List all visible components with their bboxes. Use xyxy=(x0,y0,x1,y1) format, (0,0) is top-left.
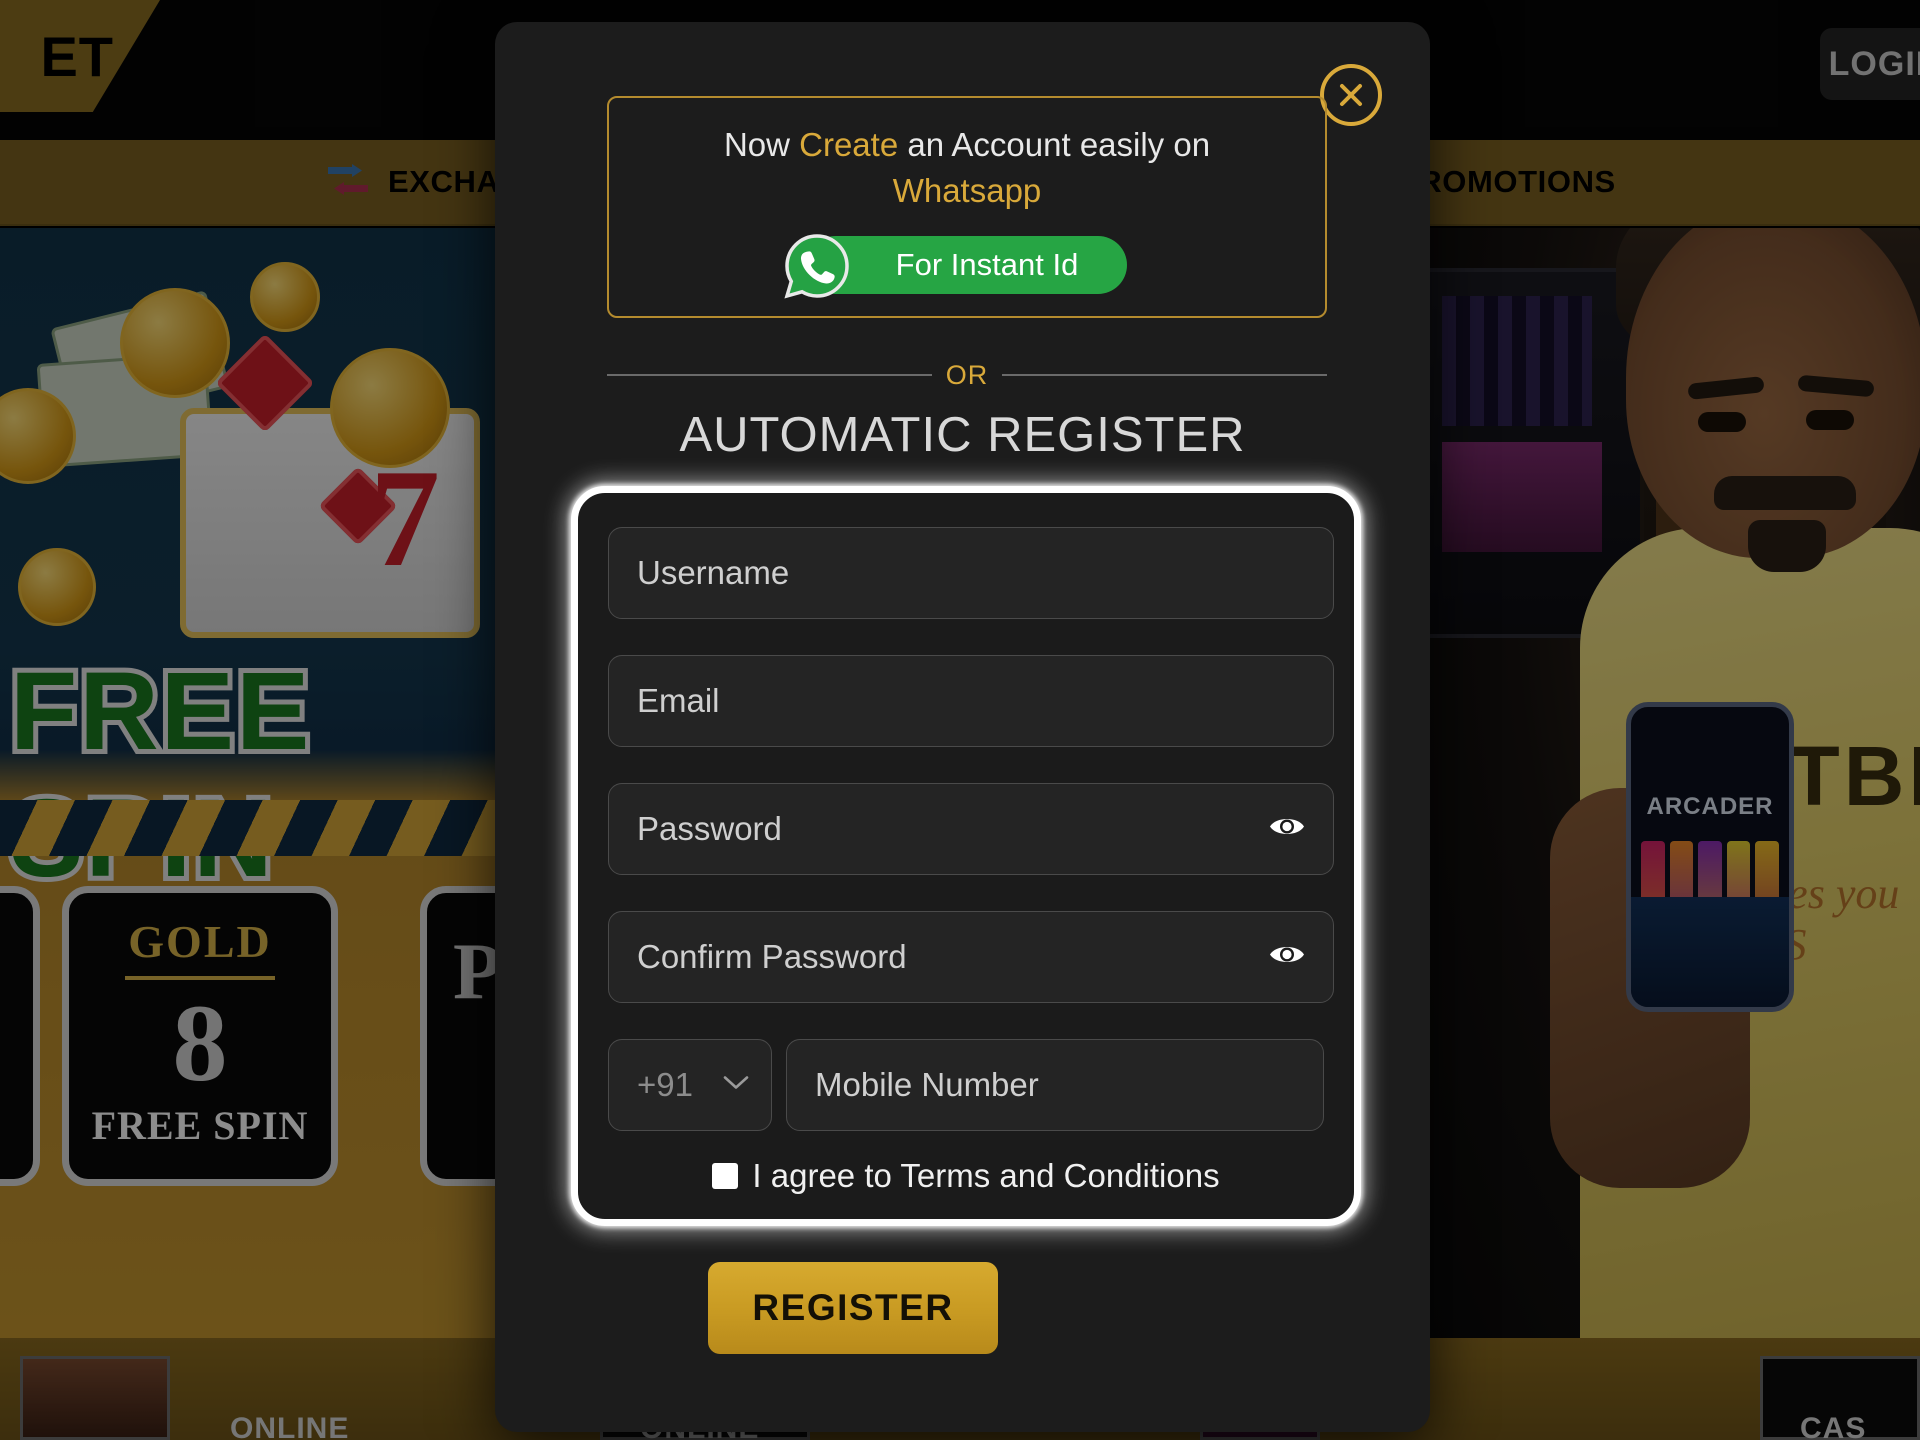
whatsapp-promo-line2: Whatsapp xyxy=(892,172,1042,210)
page-title: AUTOMATIC REGISTER xyxy=(679,408,1246,462)
password-placeholder: Password xyxy=(637,810,782,847)
whatsapp-promo-highlight: Create xyxy=(799,126,899,163)
email-placeholder: Email xyxy=(637,682,720,719)
username-field[interactable]: Username xyxy=(608,527,1334,619)
registration-form: Username Email Password Confirm Password xyxy=(571,486,1361,1226)
password-field[interactable]: Password xyxy=(608,783,1334,875)
or-divider: OR xyxy=(607,359,1327,390)
terms-row: I agree to Terms and Conditions xyxy=(608,1157,1324,1195)
mobile-number-field[interactable]: Mobile Number xyxy=(786,1039,1324,1131)
whatsapp-icon xyxy=(781,230,853,302)
confirm-password-field[interactable]: Confirm Password xyxy=(608,911,1334,1003)
eye-icon[interactable] xyxy=(1269,814,1305,845)
whatsapp-instant-id-button[interactable]: For Instant Id xyxy=(784,234,1127,299)
divider-line-right xyxy=(1002,374,1327,376)
whatsapp-instant-id-label: For Instant Id xyxy=(895,247,1079,283)
divider-label: OR xyxy=(945,359,989,390)
terms-checkbox[interactable] xyxy=(712,1163,739,1189)
username-placeholder: Username xyxy=(637,554,790,591)
register-button-label: REGISTER xyxy=(752,1287,954,1328)
whatsapp-promo-line1: Now Create an Account easily on xyxy=(724,124,1210,166)
whatsapp-promo-line1-pre: Now xyxy=(723,126,800,163)
confirm-password-placeholder: Confirm Password xyxy=(637,938,907,975)
eye-icon[interactable] xyxy=(1269,942,1305,973)
screen: 7 FREE SPIN GOLD 8 FREE SPIN P ATBE Make… xyxy=(0,0,1920,1440)
mobile-number-placeholder: Mobile Number xyxy=(815,1066,1039,1103)
country-code-select[interactable]: +91 xyxy=(608,1039,772,1131)
whatsapp-promo-line1-post: an Account easily on xyxy=(898,126,1211,163)
register-button[interactable]: REGISTER xyxy=(708,1262,998,1354)
register-modal: Now Create an Account easily on Whatsapp… xyxy=(495,22,1430,1432)
country-code-value: +91 xyxy=(637,1066,693,1103)
phone-row: +91 Mobile Number xyxy=(608,1039,1324,1131)
divider-line-left xyxy=(607,374,932,376)
chevron-down-icon xyxy=(723,1075,749,1096)
whatsapp-promo-box: Now Create an Account easily on Whatsapp… xyxy=(607,96,1327,318)
close-icon[interactable] xyxy=(1320,64,1382,126)
terms-label[interactable]: I agree to Terms and Conditions xyxy=(752,1157,1219,1195)
email-field[interactable]: Email xyxy=(608,655,1334,747)
